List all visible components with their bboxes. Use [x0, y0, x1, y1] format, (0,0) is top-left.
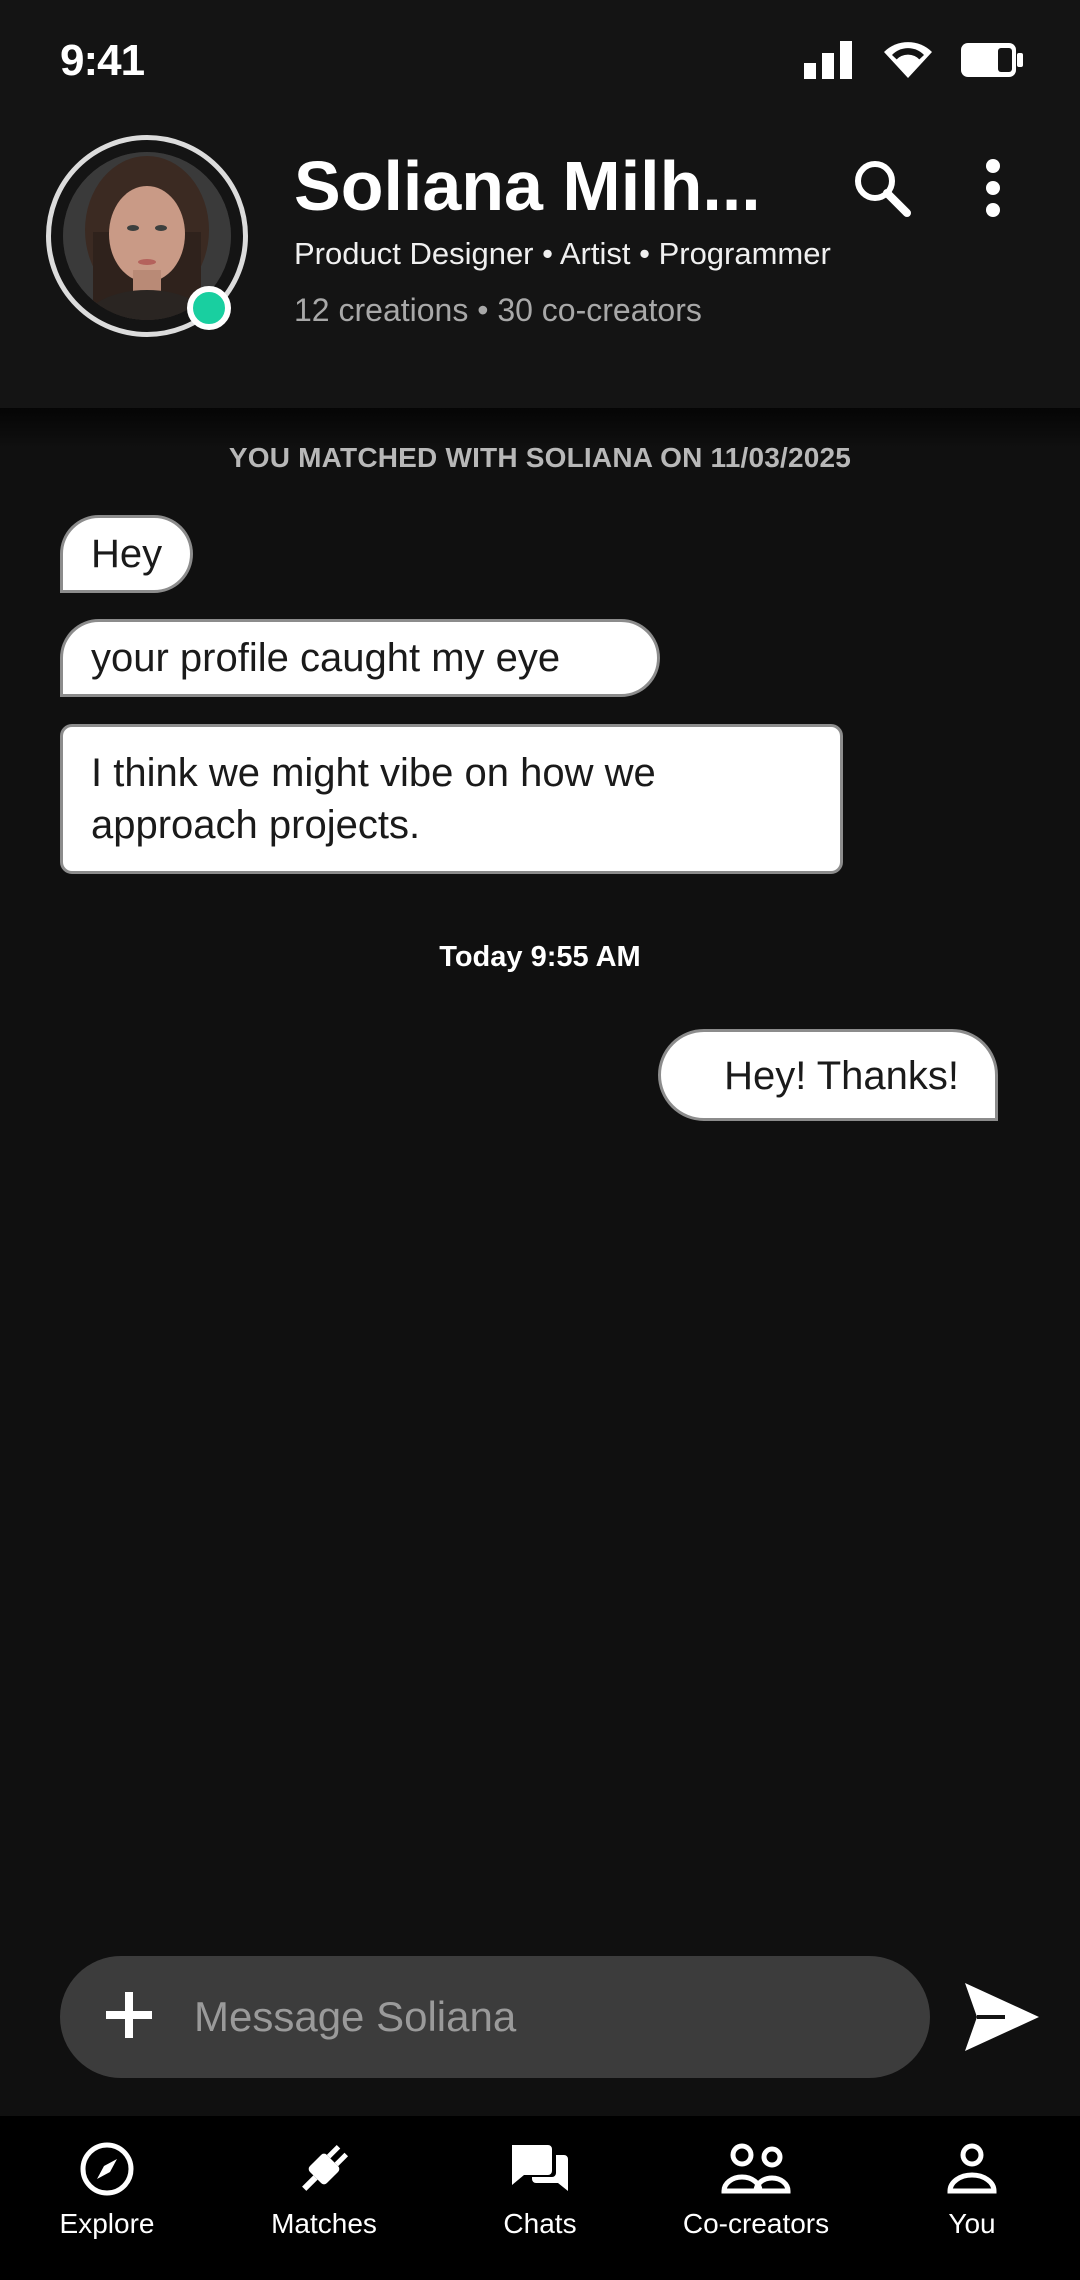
profile-name[interactable]: Soliana Milh...: [294, 144, 774, 228]
chat-header: Soliana Milh... Product Designer • Artis…: [0, 128, 1080, 408]
chat-screen: 9:41 Soliana Milh... Product Designer • …: [0, 0, 1080, 2280]
message-timestamp: Today 9:55 AM: [439, 941, 641, 973]
status-time: 9:41: [60, 36, 145, 85]
received-message[interactable]: I think we might vibe on how we approach…: [60, 724, 843, 874]
add-attachment-button[interactable]: [96, 1984, 162, 2050]
nav-label-chats: Chats: [503, 2208, 577, 2239]
nav-item-chats[interactable]: Chats: [440, 2138, 640, 2248]
more-options-button[interactable]: [953, 150, 1033, 230]
received-message[interactable]: your profile caught my eye: [60, 619, 660, 697]
group-icon: [720, 2141, 792, 2202]
cellular-signal-icon: [804, 41, 856, 84]
message-composer: [60, 1956, 930, 2078]
sent-message[interactable]: Hey! Thanks!: [658, 1029, 998, 1121]
search-icon: [852, 158, 912, 223]
status-icons: [804, 40, 1024, 85]
nav-label-matches: Matches: [271, 2208, 377, 2239]
nav-item-you[interactable]: You: [872, 2138, 1072, 2248]
nav-item-explore[interactable]: Explore: [7, 2138, 207, 2248]
send-icon: [961, 1979, 1041, 2060]
nav-item-co-creators[interactable]: Co-creators: [656, 2138, 856, 2248]
search-button[interactable]: [842, 150, 922, 230]
profile-stats: 12 creations • 30 co-creators: [294, 292, 702, 328]
nav-item-matches[interactable]: Matches: [224, 2138, 424, 2248]
more-vertical-icon: [983, 158, 1003, 223]
person-icon: [944, 2141, 1000, 2202]
status-bar: 9:41: [0, 0, 1080, 128]
avatar[interactable]: [46, 135, 248, 337]
compass-icon: [79, 2141, 135, 2202]
profile-roles: Product Designer • Artist • Programmer: [294, 236, 831, 271]
chat-bubbles-icon: [510, 2141, 570, 2202]
nav-label-co-creators: Co-creators: [682, 2208, 830, 2239]
bottom-nav: Explore Matches Chats Co-creators You: [0, 2116, 1080, 2280]
received-message[interactable]: Hey: [60, 515, 194, 593]
battery-icon: [960, 42, 1024, 83]
nav-label-explore: Explore: [59, 2208, 155, 2239]
message-input[interactable]: [194, 1956, 894, 2078]
plus-icon: [106, 1991, 152, 2043]
online-status-indicator: [187, 286, 231, 330]
match-banner: YOU MATCHED WITH SOLIANA ON 11/03/2025: [228, 442, 852, 473]
send-button[interactable]: [958, 1976, 1044, 2062]
nav-label-you: You: [948, 2208, 996, 2239]
plug-icon: [294, 2139, 354, 2204]
wifi-icon: [882, 40, 934, 85]
